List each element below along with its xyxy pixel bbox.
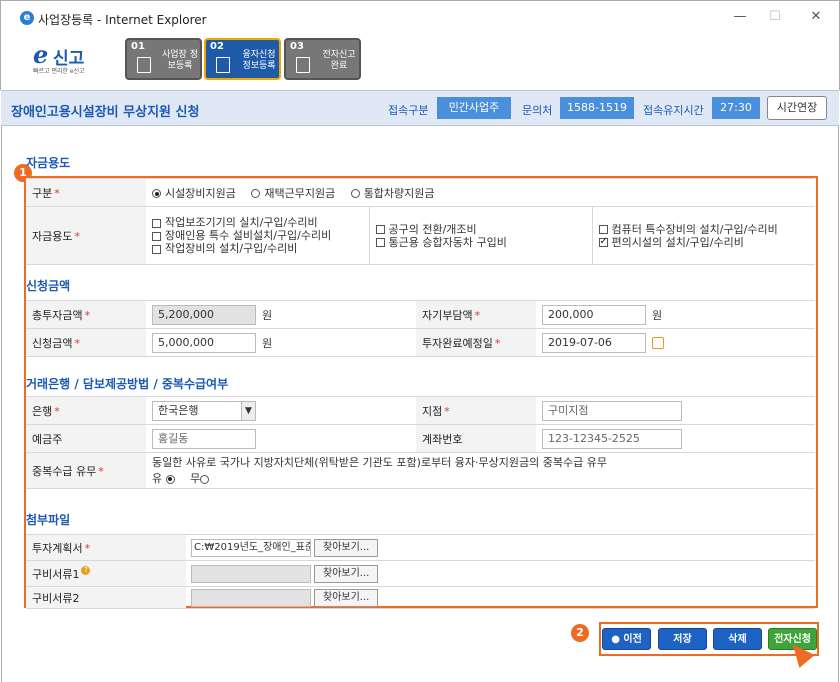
save-button[interactable]: 저장 — [658, 628, 707, 650]
total-investment-input[interactable]: 5,200,000 — [152, 304, 256, 325]
bank-select[interactable]: 한국은행 ▼ — [152, 400, 256, 421]
radio-type-2[interactable]: 재택근무지원금 — [251, 187, 335, 200]
browse-button-doc1[interactable]: 찾아보기... — [314, 564, 379, 583]
radio-dup-no[interactable]: 무 — [190, 472, 213, 485]
type-label: 구분 — [32, 186, 53, 200]
checkbox-usage-5[interactable]: 통근용 승합자동차 구입비 — [375, 236, 586, 249]
files-table: 투자계획서 * C:₩2019년도_장애인_표준 찾아보기... 구비서류1? 찾아… — [26, 534, 815, 609]
duplicate-receipt-label: 중복수급 유무 — [32, 464, 97, 478]
e-singo-logo: e 신고 빠르고 편리한 e신고 — [33, 40, 85, 75]
apply-amount-label: 신청금액 — [32, 336, 73, 350]
checkbox-usage-4[interactable]: 공구의 전환/개조비 — [375, 223, 586, 236]
section-title-bank: 거래은행 / 담보제공방법 / 중복수급여부 — [26, 377, 229, 391]
access-type-label: 접속구분 — [388, 104, 429, 117]
internet-explorer-icon: e — [20, 11, 34, 25]
page-title: 장애인고용시설장비 무상지원 신청 — [11, 105, 200, 120]
account-holder-label: 예금주 — [32, 432, 63, 446]
account-holder-input[interactable]: 홍길동 — [152, 428, 256, 449]
apply-amount-input[interactable]: 5,000,000 — [152, 332, 256, 353]
radio-type-3[interactable]: 통합차량지원금 — [350, 187, 435, 200]
window-titlebar: e 사업장등록 - Internet Explorer — ☐ ✕ — [0, 0, 840, 34]
access-type-value: 민간사업주 — [437, 97, 511, 119]
checkbox-usage-7[interactable]: 편의시설의 설치/구입/수리비 — [598, 235, 810, 249]
radio-type-1[interactable]: 시설장비지원금 — [152, 187, 236, 200]
window-title: 사업장등록 - Internet Explorer — [38, 13, 207, 27]
bank-table: 은행 * 한국은행 ▼ 지점 * 구미지점 예금주 홍길동 계좌번호 123-1234… — [26, 396, 815, 489]
keepalive-timer: 27:30 — [712, 97, 760, 119]
account-number-input[interactable]: 123-12345-2525 — [542, 428, 682, 449]
checkbox-usage-1[interactable]: 작업보조기기의 실치/구입/수리비 — [152, 216, 363, 229]
delete-button[interactable]: 삭제 — [713, 628, 762, 650]
duplicate-receipt-description: 동일한 사유로 국가나 지방자치단체(위탁받은 기관도 포함)로부터 융자·무상… — [152, 456, 607, 469]
browse-button-plan[interactable]: 찾아보기... — [314, 538, 379, 557]
extend-time-button[interactable]: 시간연장 — [767, 96, 827, 120]
minimize-button[interactable]: — — [731, 9, 749, 25]
checkbox-usage-2[interactable]: 장애인용 특수 설비설치/구입/수리비 — [152, 229, 363, 242]
pen-icon — [216, 57, 230, 73]
self-burden-input[interactable]: 200,000 — [542, 304, 646, 325]
contact-value: 1588-1519 — [560, 97, 634, 119]
step-02[interactable]: 02 융자신청 정보등록 — [204, 38, 281, 80]
keepalive-label: 접속유지시간 — [643, 104, 704, 117]
completion-date-label: 투자완료예정일 — [422, 336, 493, 350]
calendar-icon[interactable] — [652, 336, 664, 349]
step-03[interactable]: 03 전자신고 완료 — [284, 38, 361, 80]
annotation-badge-2: 2 — [571, 624, 589, 642]
doc2-label: 구비서류2 — [32, 591, 80, 605]
section-title-files: 첨부파일 — [26, 513, 71, 527]
investment-plan-label: 투자계획서 — [32, 541, 83, 555]
investment-plan-file-input[interactable]: C:₩2019년도_장애인_표준 — [191, 538, 311, 557]
account-number-label: 계좌번호 — [422, 432, 463, 446]
branch-label: 지점 — [422, 404, 443, 418]
maximize-button[interactable]: ☐ — [766, 9, 784, 25]
radio-dup-yes[interactable]: 유 — [152, 472, 179, 485]
step-01[interactable]: 01 사업장 정보등록 — [125, 38, 202, 80]
completion-date-input[interactable]: 2019-07-06 — [542, 332, 646, 353]
contact-label: 문의처 — [522, 104, 553, 117]
checkbox-usage-6[interactable]: 컴퓨터 특수장비의 설치/구입/수리비 — [598, 223, 810, 236]
doc2-file-input[interactable] — [191, 588, 311, 607]
total-investment-label: 총투자금액 — [32, 308, 83, 322]
section-title-amount: 신청금액 — [26, 279, 71, 293]
doc1-file-input[interactable] — [191, 564, 311, 583]
amount-table: 총투자금액 * 5,200,000 원 자기부담액 * 200,000 원 신청금액 * … — [26, 300, 815, 357]
prev-button[interactable]: ● 이전 — [602, 628, 651, 650]
self-burden-label: 자기부담액 — [422, 308, 473, 322]
usage-label: 자금용도 — [32, 229, 73, 243]
doc1-label: 구비서류1 — [32, 567, 80, 581]
chevron-down-icon: ▼ — [241, 401, 255, 420]
app-header: e 신고 빠르고 편리한 e신고 01 사업장 정보등록 02 융자신청 정보등… — [0, 34, 840, 90]
building-icon — [137, 57, 151, 73]
bank-label: 은행 — [32, 404, 53, 418]
browse-button-doc2[interactable]: 찾아보기... — [314, 588, 379, 607]
section-title-fund-purpose: 자금용도 — [26, 156, 71, 170]
document-icon — [296, 57, 310, 73]
fund-purpose-table: 구분 * 시설장비지원금 재택근무지원금 통합차량지원금 자금용도 * 작업보조기기… — [26, 178, 816, 265]
help-icon[interactable]: ? — [81, 565, 91, 575]
page-header-bar: 장애인고용시설장비 무상지원 신청 접속구분 민간사업주 문의처 1588-15… — [1, 90, 839, 126]
form-content: 1 자금용도 구분 * 시설장비지원금 재택근무지원금 통합차량지원금 자금용도 *… — [1, 126, 839, 682]
close-button[interactable]: ✕ — [807, 9, 825, 25]
checkbox-usage-3[interactable]: 작업장비의 설치/구입/수리비 — [152, 242, 363, 255]
branch-input[interactable]: 구미지점 — [542, 400, 682, 421]
